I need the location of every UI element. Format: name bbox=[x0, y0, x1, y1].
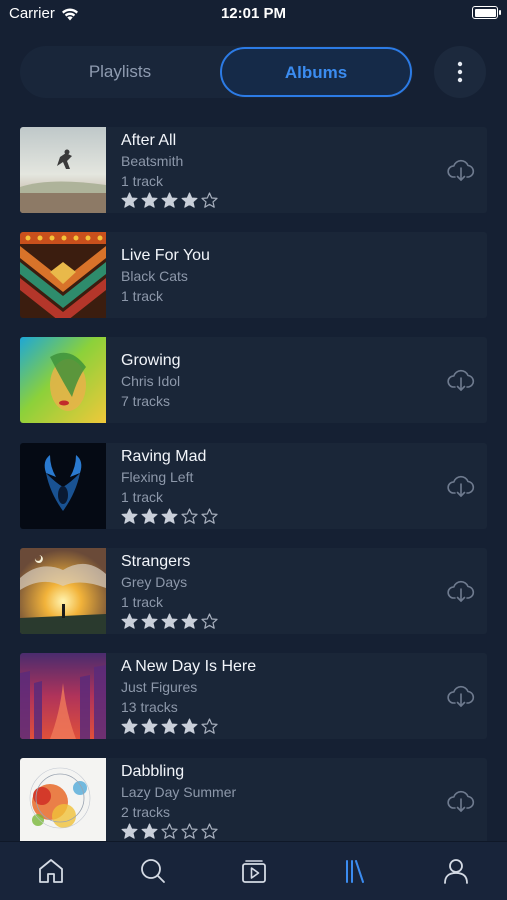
album-artist: Just Figures bbox=[121, 679, 198, 695]
album-artist: Flexing Left bbox=[121, 469, 194, 485]
home-icon bbox=[39, 859, 63, 883]
album-artist: Beatsmith bbox=[121, 153, 184, 169]
star-filled-icon[interactable] bbox=[121, 508, 138, 525]
status-bar: Carrier 12:01 PM bbox=[0, 0, 507, 30]
album-row[interactable]: A New Day Is Here Just Figures 13 tracks bbox=[20, 653, 487, 739]
album-track-count: 1 track bbox=[121, 489, 164, 505]
download-button[interactable] bbox=[446, 576, 476, 606]
battery-icon bbox=[472, 6, 501, 19]
bottom-tab-bar bbox=[0, 841, 507, 900]
download-button[interactable] bbox=[446, 681, 476, 711]
tab-profile[interactable] bbox=[441, 856, 471, 886]
album-row[interactable]: Raving Mad Flexing Left 1 track bbox=[20, 443, 487, 529]
star-rating[interactable] bbox=[121, 613, 427, 630]
tab-search[interactable] bbox=[138, 856, 168, 886]
tab-home[interactable] bbox=[36, 856, 66, 886]
star-filled-icon[interactable] bbox=[181, 718, 198, 735]
cloud-download-icon bbox=[447, 580, 475, 602]
star-filled-icon[interactable] bbox=[141, 823, 158, 840]
album-cover bbox=[20, 443, 106, 529]
star-empty-icon[interactable] bbox=[161, 823, 178, 840]
star-empty-icon[interactable] bbox=[201, 823, 218, 840]
star-filled-icon[interactable] bbox=[121, 823, 138, 840]
battery-fill bbox=[474, 8, 496, 17]
library-segmented-control: Playlists Albums bbox=[20, 46, 413, 98]
star-empty-icon[interactable] bbox=[201, 508, 218, 525]
cloud-download-icon bbox=[447, 790, 475, 812]
download-button[interactable] bbox=[446, 155, 476, 185]
star-filled-icon[interactable] bbox=[161, 613, 178, 630]
star-filled-icon[interactable] bbox=[181, 613, 198, 630]
star-filled-icon[interactable] bbox=[161, 192, 178, 209]
star-empty-icon[interactable] bbox=[201, 718, 218, 735]
star-empty-icon[interactable] bbox=[201, 192, 218, 209]
status-time: 12:01 PM bbox=[220, 5, 287, 22]
cloud-download-icon bbox=[447, 685, 475, 707]
album-cover bbox=[20, 232, 106, 318]
star-rating[interactable] bbox=[121, 718, 427, 735]
album-row[interactable]: After All Beatsmith 1 track bbox=[20, 127, 487, 213]
album-title: Live For You bbox=[121, 247, 210, 264]
star-rating[interactable] bbox=[121, 823, 427, 840]
tab-albums[interactable]: Albums bbox=[220, 47, 412, 97]
cloud-download-icon bbox=[447, 159, 475, 181]
star-filled-icon[interactable] bbox=[161, 508, 178, 525]
album-track-count: 7 tracks bbox=[121, 393, 171, 409]
album-title: Strangers bbox=[121, 553, 191, 570]
tab-library[interactable] bbox=[340, 856, 370, 886]
album-row[interactable]: Live For You Black Cats 1 track bbox=[20, 232, 487, 318]
download-button[interactable] bbox=[446, 365, 476, 395]
star-rating[interactable] bbox=[121, 192, 427, 209]
star-filled-icon[interactable] bbox=[121, 192, 138, 209]
profile-icon bbox=[444, 859, 468, 884]
star-filled-icon[interactable] bbox=[141, 613, 158, 630]
search-icon bbox=[141, 859, 165, 883]
album-artist: Black Cats bbox=[121, 268, 188, 284]
album-title: Raving Mad bbox=[121, 448, 207, 465]
star-filled-icon[interactable] bbox=[121, 718, 138, 735]
tab-now-playing[interactable] bbox=[239, 856, 269, 886]
cloud-download-icon bbox=[447, 369, 475, 391]
star-filled-icon[interactable] bbox=[141, 508, 158, 525]
cloud-download-icon bbox=[447, 475, 475, 497]
album-cover bbox=[20, 758, 106, 844]
album-row[interactable]: Dabbling Lazy Day Summer 2 tracks bbox=[20, 758, 487, 844]
star-filled-icon[interactable] bbox=[181, 192, 198, 209]
star-filled-icon[interactable] bbox=[141, 718, 158, 735]
album-artist: Lazy Day Summer bbox=[121, 784, 237, 800]
star-filled-icon[interactable] bbox=[121, 613, 138, 630]
album-track-count: 1 track bbox=[121, 594, 164, 610]
star-empty-icon[interactable] bbox=[181, 823, 198, 840]
download-button[interactable] bbox=[446, 786, 476, 816]
star-rating[interactable] bbox=[121, 508, 427, 525]
album-track-count: 13 tracks bbox=[121, 699, 178, 715]
now-playing-icon bbox=[242, 860, 266, 883]
download-button[interactable] bbox=[446, 471, 476, 501]
album-cover bbox=[20, 653, 106, 739]
album-row[interactable]: Growing Chris Idol 7 tracks bbox=[20, 337, 487, 423]
album-track-count: 1 track bbox=[121, 173, 164, 189]
album-cover bbox=[20, 548, 106, 634]
album-cover bbox=[20, 127, 106, 213]
album-title: Growing bbox=[121, 352, 181, 369]
star-filled-icon[interactable] bbox=[141, 192, 158, 209]
album-title: Dabbling bbox=[121, 763, 185, 780]
album-track-count: 1 track bbox=[121, 288, 164, 304]
more-options-button[interactable] bbox=[434, 46, 486, 98]
library-icon bbox=[346, 860, 364, 883]
album-artist: Grey Days bbox=[121, 574, 188, 590]
album-title: After All bbox=[121, 132, 177, 149]
album-title: A New Day Is Here bbox=[121, 658, 257, 675]
star-empty-icon[interactable] bbox=[181, 508, 198, 525]
more-vertical-icon bbox=[457, 61, 463, 83]
album-row[interactable]: Strangers Grey Days 1 track bbox=[20, 548, 487, 634]
album-track-count: 2 tracks bbox=[121, 804, 171, 820]
star-filled-icon[interactable] bbox=[161, 718, 178, 735]
album-cover bbox=[20, 337, 106, 423]
album-artist: Chris Idol bbox=[121, 373, 181, 389]
star-empty-icon[interactable] bbox=[201, 613, 218, 630]
tab-playlists[interactable]: Playlists bbox=[20, 46, 220, 98]
